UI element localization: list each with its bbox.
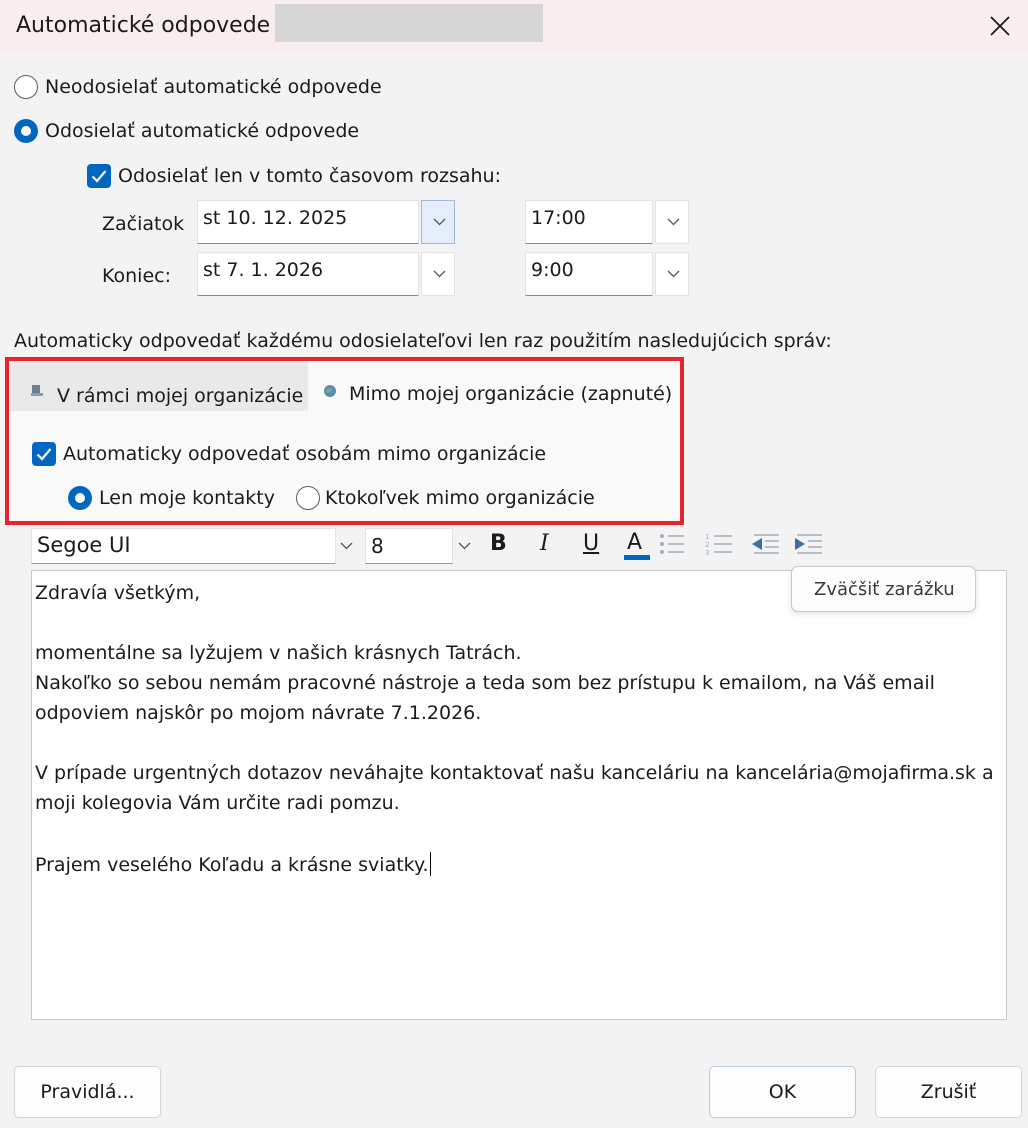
bullets-icon[interactable] xyxy=(659,532,685,556)
message-line: moji kolegovia Vám určite radi pomzu. xyxy=(35,792,400,814)
end-time-value: 9:00 xyxy=(531,259,574,281)
tooltip-text: Zväčšiť zarážku xyxy=(814,579,955,600)
decrease-indent-icon[interactable] xyxy=(750,532,780,556)
message-line: Nakoľko so sebou nemám pracovné nástroje… xyxy=(35,672,935,694)
ok-button-label: OK xyxy=(768,1081,797,1103)
font-color-letter: A xyxy=(627,530,643,555)
chevron-down-icon xyxy=(458,542,471,550)
message-line: odpoviem najskôr po mojom návrate 7.1.20… xyxy=(35,702,482,724)
redacted-account-name xyxy=(275,4,543,42)
end-date-dropdown[interactable] xyxy=(421,252,455,296)
start-date-field[interactable]: st 10. 12. 2025 xyxy=(197,200,419,244)
dialog-title: Automatické odpovede - xyxy=(16,13,286,38)
font-color-swatch xyxy=(624,555,650,560)
increase-indent-icon[interactable] xyxy=(793,532,823,556)
send-reply-radio[interactable] xyxy=(14,119,38,143)
italic-button[interactable]: I xyxy=(540,531,549,556)
instruction-text: Automaticky odpovedať každému odosielate… xyxy=(14,330,832,352)
end-date-value: st 7. 1. 2026 xyxy=(203,259,324,281)
svg-text:2: 2 xyxy=(705,541,709,549)
font-color-button[interactable]: A xyxy=(624,530,654,562)
checkmark-icon xyxy=(91,170,107,183)
start-label: Začiatok xyxy=(102,213,185,235)
cancel-button[interactable]: Zrušiť xyxy=(875,1066,1022,1118)
start-date-dropdown[interactable] xyxy=(421,200,455,244)
close-icon xyxy=(990,16,1010,36)
no-reply-label: Neodosielať automatické odpovede xyxy=(45,76,382,98)
underline-button[interactable]: U xyxy=(583,531,599,556)
close-button[interactable] xyxy=(976,4,1024,48)
rules-button[interactable]: Pravidlá... xyxy=(14,1066,161,1118)
ok-button[interactable]: OK xyxy=(709,1066,856,1118)
end-time-dropdown[interactable] xyxy=(655,252,689,296)
svg-text:3: 3 xyxy=(705,549,709,556)
chevron-down-icon xyxy=(667,218,680,226)
message-body-editor[interactable]: Zdravía všetkým, momentálne sa lyžujem v… xyxy=(31,570,1007,1020)
chevron-down-icon xyxy=(433,218,446,226)
start-date-value: st 10. 12. 2025 xyxy=(203,207,348,229)
highlight-frame xyxy=(5,357,684,525)
send-reply-label: Odosielať automatické odpovede xyxy=(45,120,360,142)
message-line: momentálne sa lyžujem v našich krásnych … xyxy=(35,642,522,664)
automatic-replies-dialog: Automatické odpovede - Neodosielať autom… xyxy=(0,0,1028,1128)
message-line-last: Prajem veselého Koľadu a krásne sviatky. xyxy=(35,852,431,876)
font-size-value: 8 xyxy=(371,534,384,558)
message-line-text: Prajem veselého Koľadu a krásne sviatky. xyxy=(35,854,429,876)
font-name-dropdown[interactable] xyxy=(336,528,358,564)
font-name-select[interactable]: Segoe UI xyxy=(31,528,336,564)
message-line: Zdravía všetkým, xyxy=(35,582,201,604)
font-size-select[interactable]: 8 xyxy=(365,528,453,564)
rules-button-label: Pravidlá... xyxy=(40,1081,135,1103)
svg-text:1: 1 xyxy=(705,533,709,541)
start-time-dropdown[interactable] xyxy=(655,200,689,244)
title-bar: Automatické odpovede - xyxy=(0,0,1028,52)
message-line: V prípade urgentných dotazov neváhajte k… xyxy=(35,762,994,784)
time-range-label: Odosielať len v tomto časovom rozsahu: xyxy=(118,165,501,187)
font-size-dropdown[interactable] xyxy=(453,528,477,564)
no-reply-radio[interactable] xyxy=(14,75,38,99)
chevron-down-icon xyxy=(667,270,680,278)
cancel-button-label: Zrušiť xyxy=(920,1081,977,1103)
end-date-field[interactable]: st 7. 1. 2026 xyxy=(197,252,419,296)
end-label: Koniec: xyxy=(102,265,171,287)
chevron-down-icon xyxy=(340,542,353,550)
chevron-down-icon xyxy=(433,270,446,278)
increase-indent-tooltip: Zväčšiť zarážku xyxy=(791,566,976,612)
font-name-value: Segoe UI xyxy=(37,533,131,557)
start-time-value: 17:00 xyxy=(531,207,586,229)
numbering-icon[interactable]: 123 xyxy=(705,532,733,556)
end-time-field[interactable]: 9:00 xyxy=(525,252,653,296)
text-caret xyxy=(429,852,431,876)
time-range-checkbox[interactable] xyxy=(87,164,111,188)
start-time-field[interactable]: 17:00 xyxy=(525,200,653,244)
bold-button[interactable]: B xyxy=(490,531,507,556)
